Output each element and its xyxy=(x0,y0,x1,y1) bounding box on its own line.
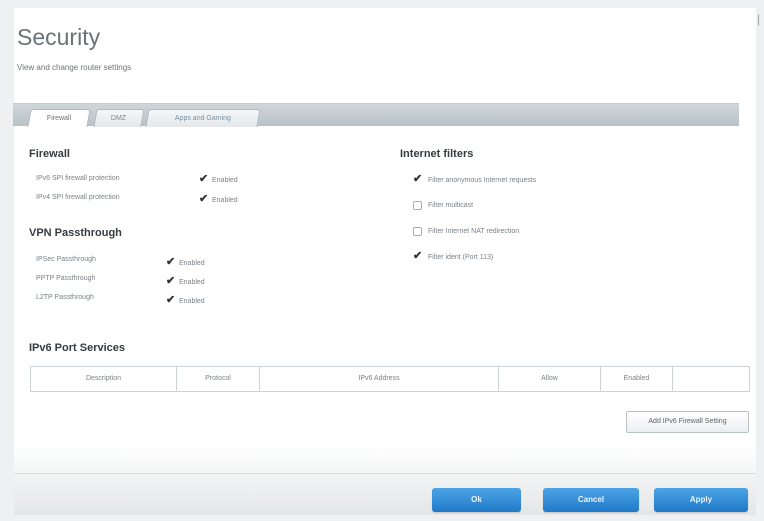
filter-nat-redirection-checkbox[interactable] xyxy=(413,227,422,236)
tab-bar: Firewall DMZ Apps and Gaming xyxy=(13,103,739,127)
filter-multicast-checkbox[interactable] xyxy=(413,201,422,210)
filter-ident-checkbox[interactable]: ✔ xyxy=(413,251,422,262)
column-ipv6-address: IPv6 Address xyxy=(260,367,499,391)
tab-apps-and-gaming[interactable]: Apps and Gaming xyxy=(145,109,261,127)
filter-multicast-label: Filter multicast xyxy=(428,202,474,209)
ipv6-spi-enabled-label: Enabled xyxy=(212,177,238,184)
l2tp-enabled-label: Enabled xyxy=(179,298,205,305)
vpn-heading: VPN Passthrough xyxy=(29,227,122,239)
l2tp-label: L2TP Passthrough xyxy=(36,294,94,301)
column-protocol: Protocol xyxy=(177,367,260,391)
filter-ident-label: Filter ident (Port 113) xyxy=(428,254,494,261)
ipv4-spi-enabled-label: Enabled xyxy=(212,197,238,204)
internet-filters-heading: Internet filters xyxy=(400,148,474,160)
column-actions xyxy=(673,367,749,391)
ipv6-services-heading: IPv6 Port Services xyxy=(29,342,126,354)
ipv6-spi-label: IPv6 SPI firewall protection xyxy=(36,175,120,182)
page-title: Security xyxy=(17,24,101,50)
column-allow: Allow xyxy=(499,367,601,391)
cancel-button[interactable]: Cancel xyxy=(543,488,639,512)
ipsec-label: IPSec Passthrough xyxy=(36,256,96,263)
ipv4-spi-checkbox[interactable]: ✔ xyxy=(199,194,208,205)
ipv4-spi-label: IPv4 SPI firewall protection xyxy=(36,194,120,201)
filter-anonymous-label: Filter anonymous Internet requests xyxy=(428,177,537,184)
column-description: Description xyxy=(31,367,177,391)
tab-dmz[interactable]: DMZ xyxy=(93,109,145,127)
firewall-heading: Firewall xyxy=(29,148,70,160)
pptp-enabled-label: Enabled xyxy=(179,279,205,286)
ipv6-services-table: Description Protocol IPv6 Address Allow … xyxy=(30,366,750,392)
ipsec-checkbox[interactable]: ✔ xyxy=(166,257,175,268)
close-icon[interactable]: | xyxy=(757,12,760,26)
add-ipv6-firewall-setting-button[interactable]: Add IPv6 Firewall Setting xyxy=(626,411,749,433)
tab-firewall[interactable]: Firewall xyxy=(27,109,91,127)
filter-nat-redirection-label: Filter Internet NAT redirection xyxy=(428,228,520,235)
ipv6-spi-checkbox[interactable]: ✔ xyxy=(199,174,208,185)
filter-anonymous-checkbox[interactable]: ✔ xyxy=(413,174,422,185)
ok-button[interactable]: Ok xyxy=(432,488,521,512)
page-subtitle: View and change router settings xyxy=(17,63,132,72)
pptp-label: PPTP Passthrough xyxy=(36,275,96,282)
security-dialog xyxy=(14,8,756,515)
apply-button[interactable]: Apply xyxy=(654,488,748,512)
pptp-checkbox[interactable]: ✔ xyxy=(166,276,175,287)
l2tp-checkbox[interactable]: ✔ xyxy=(166,295,175,306)
footer-divider xyxy=(14,473,756,474)
ipsec-enabled-label: Enabled xyxy=(179,260,205,267)
column-enabled: Enabled xyxy=(601,367,673,391)
